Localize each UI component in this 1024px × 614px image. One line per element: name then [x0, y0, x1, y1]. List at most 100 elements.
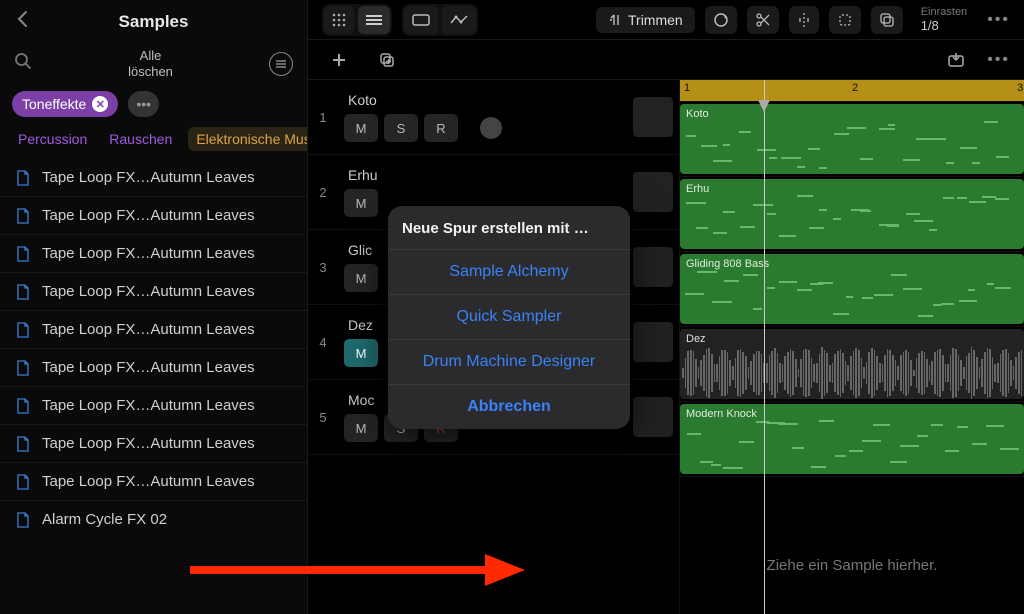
sample-item[interactable]: Tape Loop FX…Autumn Leaves	[0, 159, 307, 196]
trim-button[interactable]: Trimmen	[596, 7, 695, 33]
sample-name: Tape Loop FX…Autumn Leaves	[42, 397, 255, 414]
region-clip[interactable]: Erhu	[680, 179, 1024, 249]
sample-item[interactable]: Tape Loop FX…Autumn Leaves	[0, 196, 307, 234]
file-icon	[14, 246, 32, 262]
playhead[interactable]	[764, 80, 765, 614]
solo-button[interactable]: S	[384, 114, 418, 142]
file-icon	[14, 208, 32, 224]
sample-name: Tape Loop FX…Autumn Leaves	[42, 473, 255, 490]
snap-value[interactable]: 1/8	[921, 18, 967, 33]
region-clip[interactable]: Koto	[680, 104, 1024, 174]
sample-name: Tape Loop FX…Autumn Leaves	[42, 321, 255, 338]
automation-view-icon[interactable]	[442, 6, 476, 34]
track-header[interactable]: 1 Koto M S R	[308, 80, 679, 155]
mute-button[interactable]: M	[344, 189, 378, 217]
region-clip[interactable]: Modern Knock	[680, 404, 1024, 474]
record-button[interactable]: R	[424, 114, 458, 142]
popup-title: Neue Spur erstellen mit …	[388, 206, 630, 250]
region-clip[interactable]: Dez	[680, 329, 1024, 399]
sample-name: Alarm Cycle FX 02	[42, 511, 167, 528]
popup-cancel[interactable]: Abbrechen	[388, 385, 630, 429]
list-menu-icon[interactable]	[269, 52, 293, 76]
sample-item[interactable]: Tape Loop FX…Autumn Leaves	[0, 310, 307, 348]
region-clip[interactable]: Gliding 808 Bass	[680, 254, 1024, 324]
sidebar-title: Samples	[28, 12, 279, 32]
popup-option-sample-alchemy[interactable]: Sample Alchemy	[388, 250, 630, 295]
file-icon	[14, 436, 32, 452]
grid-view-icon[interactable]	[324, 6, 354, 34]
mute-button[interactable]: M	[344, 414, 378, 442]
sample-name: Tape Loop FX…Autumn Leaves	[42, 359, 255, 376]
sample-item[interactable]: Tape Loop FX…Autumn Leaves	[0, 348, 307, 386]
new-track-popup: Neue Spur erstellen mit … Sample Alchemy…	[388, 206, 630, 429]
clip-row[interactable]: Dez	[680, 327, 1024, 402]
category-percussion[interactable]: Percussion	[12, 127, 93, 151]
category-elektronische[interactable]: Elektronische Mus	[188, 127, 307, 151]
instrument-thumbnail[interactable]	[633, 247, 673, 287]
track-name: Koto	[344, 92, 621, 108]
filter-tag-toneffekte[interactable]: Toneffekte ✕	[12, 91, 118, 117]
file-icon	[14, 284, 32, 300]
loop-icon[interactable]	[705, 6, 737, 34]
popup-option-quick-sampler[interactable]: Quick Sampler	[388, 295, 630, 340]
track-number: 1	[308, 110, 338, 125]
ruler[interactable]: 1 2 3	[680, 80, 1024, 102]
clip-row[interactable]: Modern Knock	[680, 402, 1024, 477]
more-tags-button[interactable]: •••	[128, 91, 159, 117]
file-icon	[14, 170, 32, 186]
mute-button[interactable]: M	[344, 114, 378, 142]
sample-name: Tape Loop FX…Autumn Leaves	[42, 169, 255, 186]
file-icon	[14, 474, 32, 490]
sample-name: Tape Loop FX…Autumn Leaves	[42, 283, 255, 300]
file-icon	[14, 360, 32, 376]
list-view-icon[interactable]	[358, 6, 390, 34]
add-track-icon[interactable]	[322, 46, 356, 74]
track-name: Erhu	[344, 167, 621, 183]
drop-hint: Ziehe ein Sample hierher.	[680, 557, 1024, 574]
remove-tag-icon[interactable]: ✕	[92, 96, 108, 112]
snap-label: Einrasten	[921, 6, 967, 18]
instrument-thumbnail[interactable]	[633, 397, 673, 437]
sample-item[interactable]: Alarm Cycle FX 02	[0, 500, 307, 538]
instrument-thumbnail[interactable]	[633, 172, 673, 212]
split-icon[interactable]	[789, 6, 819, 34]
clip-row[interactable]: Erhu	[680, 177, 1024, 252]
clip-row[interactable]: Koto	[680, 102, 1024, 177]
import-icon[interactable]	[939, 46, 973, 74]
region-view-icon[interactable]	[404, 6, 438, 34]
track-more-icon[interactable]: •••	[987, 51, 1010, 69]
more-menu-icon[interactable]: •••	[987, 11, 1010, 29]
clip-name: Erhu	[686, 183, 1018, 195]
sample-item[interactable]: Tape Loop FX…Autumn Leaves	[0, 424, 307, 462]
timeline[interactable]: 1 2 3 Koto Erhu Gliding 808 Bass Dez Modern …	[680, 80, 1024, 614]
sample-item[interactable]: Tape Loop FX…Autumn Leaves	[0, 386, 307, 424]
category-row: Percussion Rauschen Elektronische Mus	[0, 127, 307, 159]
annotation-arrow	[190, 550, 530, 590]
popup-option-drum-machine[interactable]: Drum Machine Designer	[388, 340, 630, 385]
track-controls-bar: •••	[308, 40, 1024, 80]
instrument-thumbnail[interactable]	[633, 97, 673, 137]
move-icon[interactable]	[829, 6, 861, 34]
mute-button[interactable]: M	[344, 339, 378, 367]
sample-item[interactable]: Tape Loop FX…Autumn Leaves	[0, 462, 307, 500]
clear-all-button[interactable]: Alle löschen	[32, 48, 269, 79]
pan-knob[interactable]	[480, 117, 502, 139]
sample-list[interactable]: Tape Loop FX…Autumn Leaves Tape Loop FX…A…	[0, 159, 307, 614]
instrument-thumbnail[interactable]	[633, 322, 673, 362]
sample-item[interactable]: Tape Loop FX…Autumn Leaves	[0, 272, 307, 310]
sample-name: Tape Loop FX…Autumn Leaves	[42, 245, 255, 262]
back-button[interactable]	[16, 10, 28, 34]
duplicate-track-icon[interactable]	[370, 46, 404, 74]
track-number: 3	[308, 260, 338, 275]
track-number: 4	[308, 335, 338, 350]
category-rauschen[interactable]: Rauschen	[103, 127, 178, 151]
search-icon[interactable]	[14, 52, 32, 75]
clip-name: Modern Knock	[686, 408, 1018, 420]
sample-item[interactable]: Tape Loop FX…Autumn Leaves	[0, 234, 307, 272]
mute-button[interactable]: M	[344, 264, 378, 292]
file-icon	[14, 398, 32, 414]
copy-icon[interactable]	[871, 6, 903, 34]
clip-name: Dez	[686, 333, 1018, 345]
clip-row[interactable]: Gliding 808 Bass	[680, 252, 1024, 327]
scissors-icon[interactable]	[747, 6, 779, 34]
